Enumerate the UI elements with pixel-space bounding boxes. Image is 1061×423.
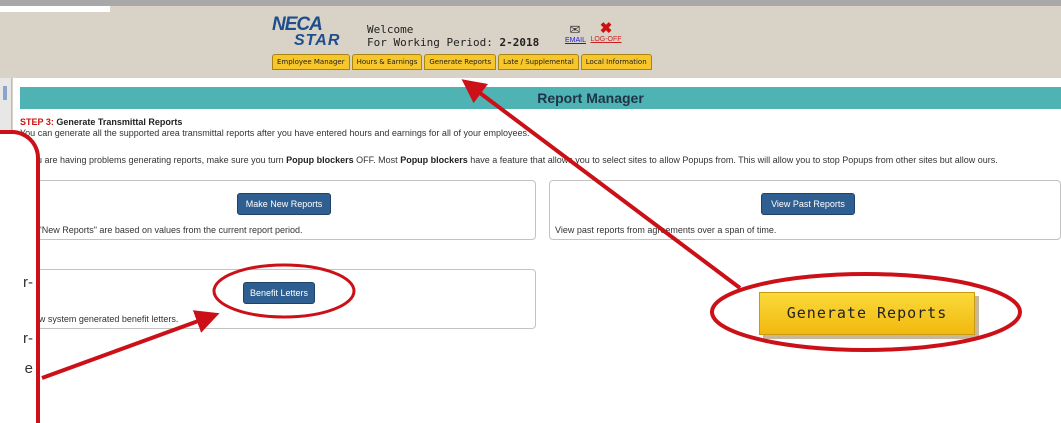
past-reports-card: View Past Reports View past reports from…: [549, 180, 1061, 240]
popup-blocker-notice: If you are having problems generating re…: [20, 155, 998, 165]
callout-fragment-3: e: [24, 360, 33, 377]
zoomed-generate-reports-tab: Generate Reports: [759, 292, 975, 335]
app-header: NECA STAR Welcome For Working Period: 2-…: [0, 0, 1061, 78]
tab-late-supplemental[interactable]: Late / Supplemental: [498, 54, 579, 70]
tab-local-information[interactable]: Local Information: [580, 54, 652, 70]
callout-fragment-1: r-: [23, 274, 33, 291]
logoff-link[interactable]: ✖ LOG-OFF: [589, 20, 623, 43]
tab-generate-reports[interactable]: Generate Reports: [424, 54, 497, 70]
working-period: For Working Period: 2-2018: [367, 36, 539, 49]
popup-bold-2: Popup blockers: [400, 155, 468, 165]
period-value: 2-2018: [499, 36, 540, 49]
tab-employee-manager[interactable]: Employee Manager: [272, 54, 350, 70]
neca-star-logo: NECA STAR: [272, 14, 346, 49]
popup-text-3: have a feature that allows you to select…: [467, 155, 998, 165]
benefit-letters-card: Benefit Letters View system generated be…: [20, 269, 536, 329]
view-past-reports-button[interactable]: View Past Reports: [761, 193, 855, 215]
welcome-text: Welcome: [367, 23, 414, 36]
period-label: For Working Period:: [367, 36, 493, 49]
step-label: STEP 3:: [20, 117, 54, 127]
email-link[interactable]: ✉ EMAIL: [565, 22, 587, 44]
callout-panel: r- r- e: [0, 130, 40, 423]
main-nav-tabs: Employee Manager Hours & Earnings Genera…: [272, 54, 652, 70]
popup-bold-1: Popup blockers: [286, 155, 354, 165]
step-heading: STEP 3: Generate Transmittal Reports: [20, 117, 182, 127]
page-title: Report Manager: [20, 87, 1061, 109]
popup-text-2: OFF. Most: [353, 155, 401, 165]
new-reports-description: All "New Reports" are based on values fr…: [26, 225, 303, 235]
callout-fragment-2: r-: [23, 330, 33, 347]
step-title: Generate Transmittal Reports: [56, 117, 183, 127]
report-manager-content: Report Manager STEP 3: Generate Transmit…: [13, 78, 1061, 423]
benefit-letters-description: View system generated benefit letters.: [26, 314, 179, 324]
email-label: EMAIL: [565, 37, 587, 44]
tab-hours-earnings[interactable]: Hours & Earnings: [351, 54, 423, 70]
benefit-letters-button[interactable]: Benefit Letters: [243, 282, 315, 304]
close-x-icon: ✖: [599, 20, 613, 37]
logo-bottom-text: STAR: [294, 32, 341, 49]
left-frame-marker: [3, 86, 7, 100]
header-top-strip: [0, 6, 110, 12]
welcome-block: Welcome For Working Period: 2-2018: [367, 23, 539, 49]
logoff-label: LOG-OFF: [590, 36, 622, 43]
past-reports-description: View past reports from agreements over a…: [555, 225, 777, 235]
make-new-reports-button[interactable]: Make New Reports: [237, 193, 331, 215]
envelope-icon: ✉: [569, 22, 581, 37]
popup-text-1: If you are having problems generating re…: [20, 155, 287, 165]
new-reports-card: Make New Reports All "New Reports" are b…: [20, 180, 536, 240]
step-description: You can generate all the supported area …: [20, 128, 530, 138]
